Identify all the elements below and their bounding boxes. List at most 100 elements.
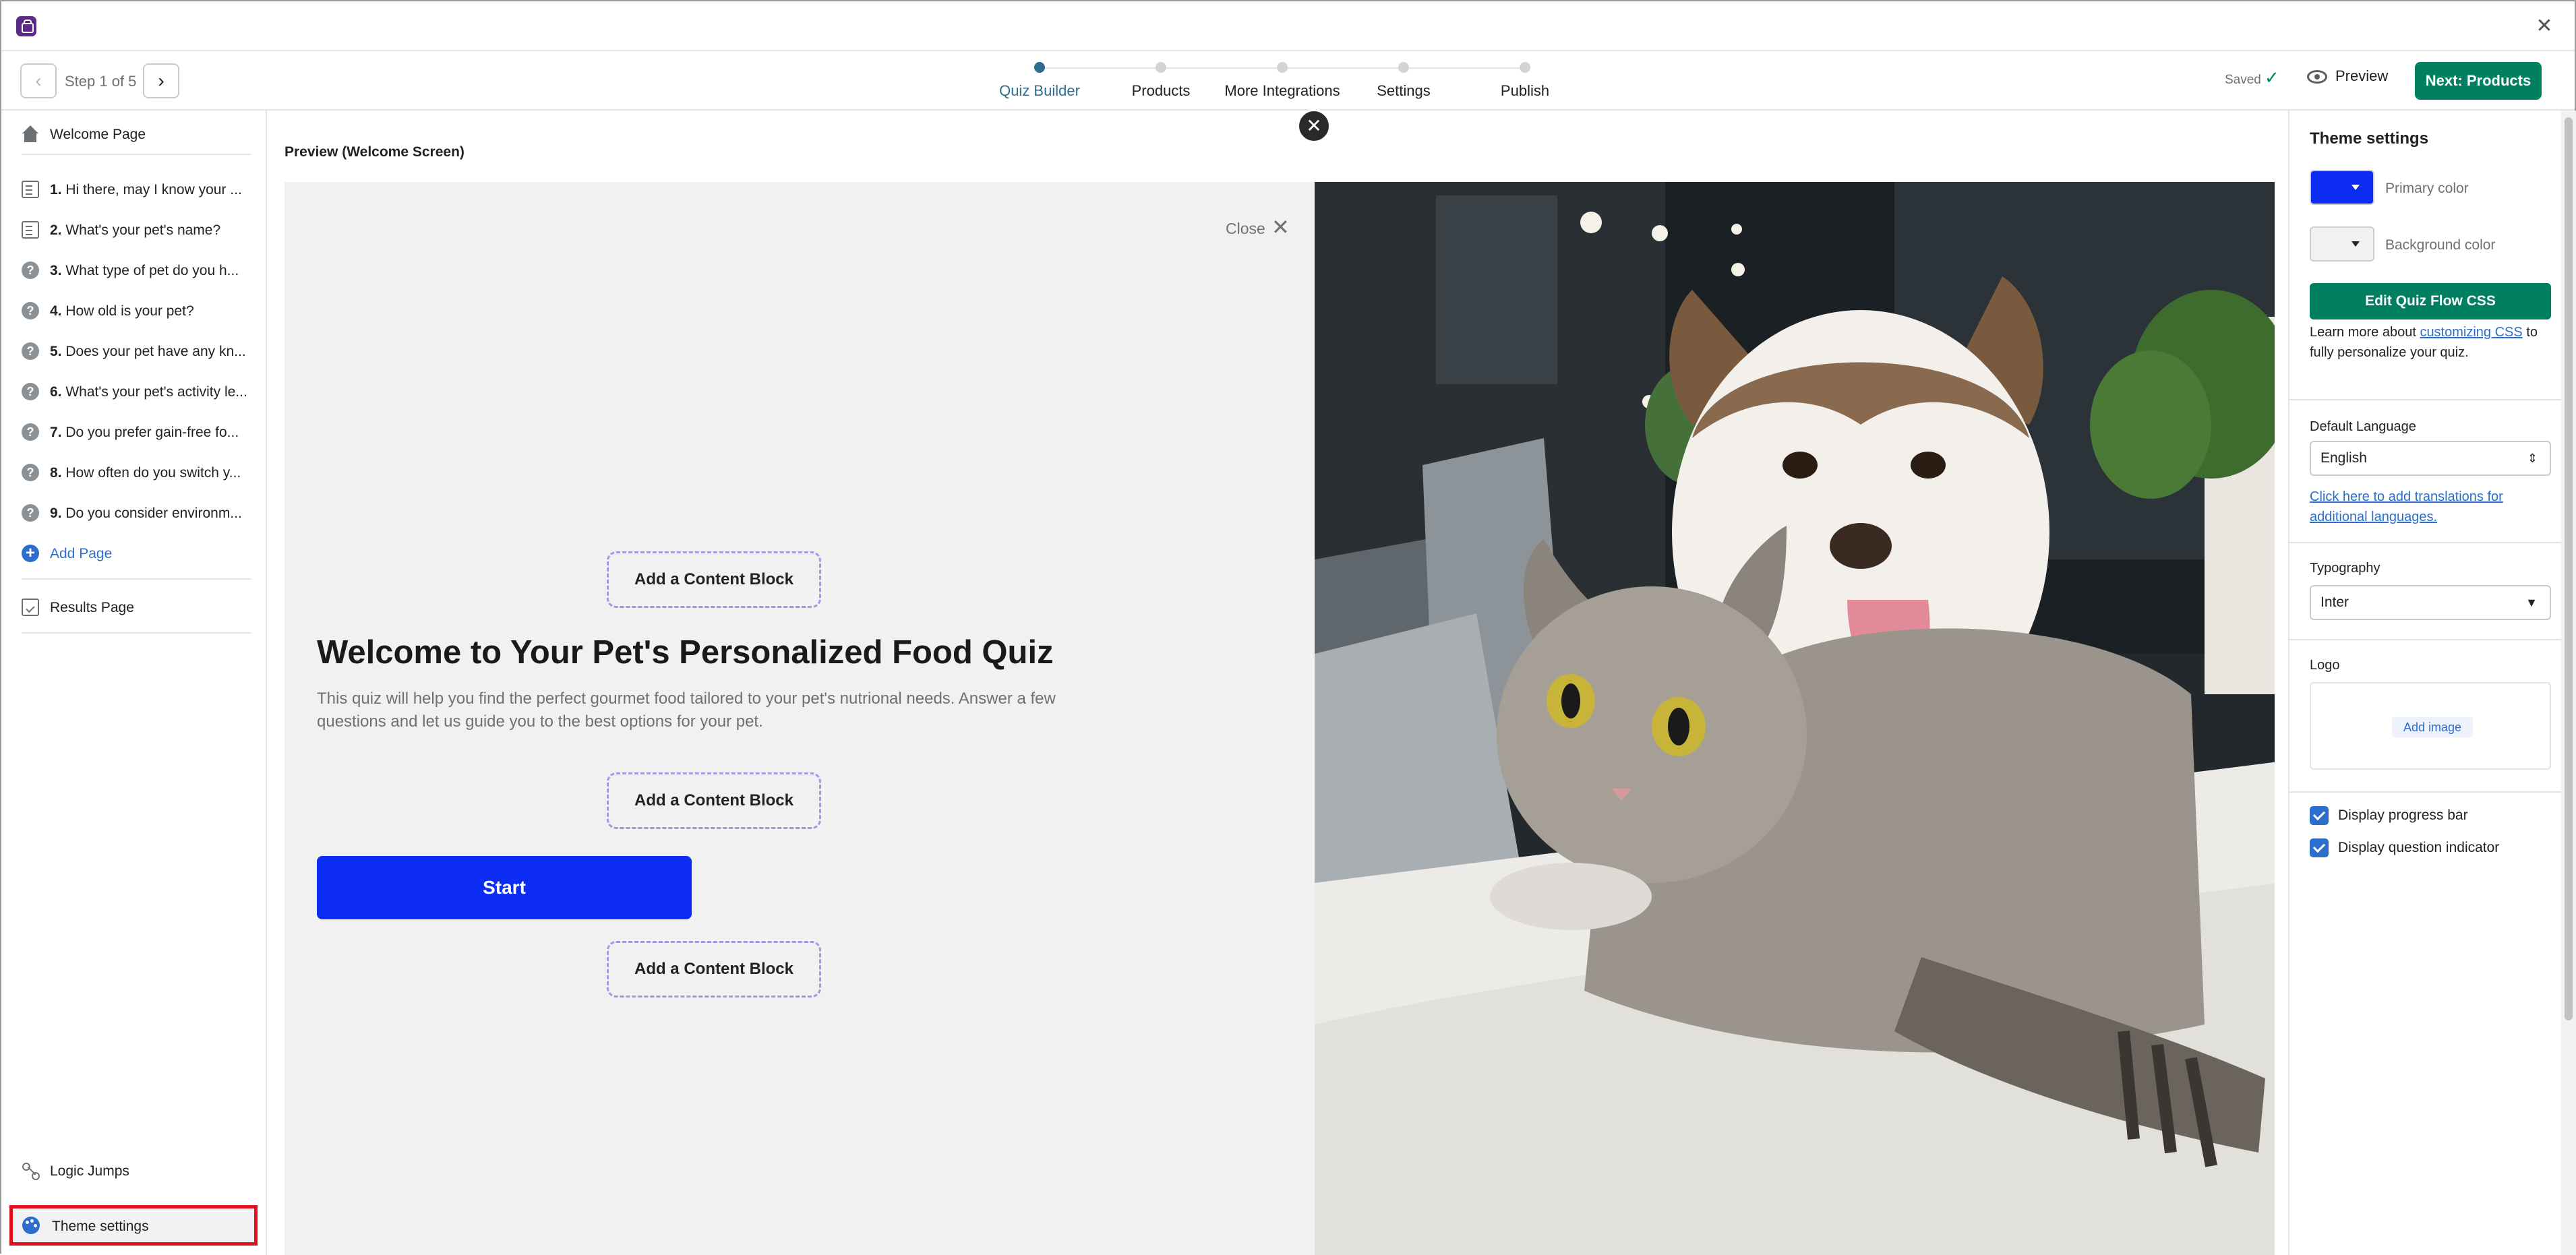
sidebar-item-question-6[interactable]: ? 6. What's your pet's activity le... [22,375,251,408]
css-help-text: Learn more about customizing CSS to full… [2310,322,2554,363]
next-products-button[interactable]: Next: Products [2415,62,2542,100]
step-counter: Step 1 of 5 [65,73,137,90]
add-content-block-button[interactable]: Add a Content Block [607,772,821,829]
add-translations-link[interactable]: Click here to add translations for addit… [2310,487,2554,527]
preview-button[interactable]: Preview [2307,67,2388,94]
default-language-select[interactable]: English ⇕ [2310,441,2551,476]
edit-quiz-css-button[interactable]: Edit Quiz Flow CSS [2310,283,2551,319]
divider [2289,542,2561,543]
sidebar-item-theme-settings[interactable]: Theme settings [9,1205,258,1246]
theme-settings-panel: Theme settings Primary color Background … [2288,111,2561,1255]
display-question-indicator-checkbox[interactable] [2310,838,2329,857]
question-icon: ? [22,504,39,522]
select-arrows-icon: ⇕ [2527,452,2538,465]
close-icon[interactable]: ✕ [1271,214,1290,240]
app-window: ✕ ‹ Step 1 of 5 › Quiz Builder Products … [0,0,2576,1255]
sidebar-item-question-1[interactable]: 1. Hi there, may I know your ... [22,173,251,206]
step-label: Quiz Builder [999,82,1080,99]
stepper-step-more-integrations[interactable]: More Integrations [1215,62,1350,100]
scrollbar-thumb[interactable] [2565,117,2573,1020]
panel-heading: Theme settings [2310,129,2429,148]
question-icon: ? [22,342,39,360]
close-image-icon[interactable]: ✕ [1297,109,1331,143]
select-value: Inter [2320,594,2349,610]
add-content-block-button[interactable]: Add a Content Block [607,941,821,998]
builder-header: ‹ Step 1 of 5 › Quiz Builder Products Mo… [1,51,2575,111]
welcome-screen-canvas: Close ✕ Add a Content Block Welcome to Y… [284,182,2275,1255]
add-image-button[interactable]: Add image [2392,717,2473,737]
form-input-icon [22,181,39,198]
logo-label: Logo [2310,658,2340,673]
welcome-title: Welcome to Your Pet's Personalized Food … [317,634,1054,671]
step-label: Products [1131,82,1191,99]
sidebar-item-question-4[interactable]: ? 4. How old is your pet? [22,294,251,328]
checklist-icon [22,599,39,616]
sidebar-item-label: Welcome Page [50,127,146,142]
primary-color-picker[interactable] [2310,170,2374,205]
add-page-button[interactable]: + Add Page [22,537,251,570]
divider [2289,791,2561,793]
saved-status: Saved [2225,73,2261,87]
form-input-icon [22,221,39,239]
display-progress-bar-label: Display progress bar [2338,807,2468,823]
divider [22,578,251,580]
question-icon: ? [22,464,39,481]
step-label: Publish [1500,82,1550,99]
step-dot [1034,62,1045,73]
stepper-step-quiz-builder[interactable]: Quiz Builder [972,62,1107,100]
sidebar-item-label: 7. Do you prefer gain-free fo... [50,425,239,440]
add-content-block-button[interactable]: Add a Content Block [607,551,821,608]
step-label: More Integrations [1224,82,1340,99]
sidebar-item-label: 6. What's your pet's activity le... [50,384,247,400]
question-icon: ? [22,383,39,400]
sidebar-item-label: Logic Jumps [50,1163,129,1179]
primary-color-label: Primary color [2385,181,2469,196]
sidebar-item-label: Theme settings [52,1219,149,1234]
stepper-step-products[interactable]: Products [1094,62,1228,100]
sidebar-item-label: 2. What's your pet's name? [50,222,221,238]
step-dot [1520,62,1530,73]
sidebar-item-question-7[interactable]: ? 7. Do you prefer gain-free fo... [22,415,251,449]
question-icon: ? [22,423,39,441]
sidebar-item-label: 5. Does your pet have any kn... [50,344,246,359]
sidebar-item-question-2[interactable]: 2. What's your pet's name? [22,213,251,247]
stepper-step-settings[interactable]: Settings [1336,62,1471,100]
right-scrollbar[interactable] [2561,111,2576,1255]
palette-icon [22,1217,40,1234]
sidebar-item-logic-jumps[interactable]: Logic Jumps [22,1154,251,1188]
step-dot [1156,62,1166,73]
app-logo-icon [16,16,36,36]
close-preview-link[interactable]: Close [1226,220,1265,238]
chevron-down-icon [2352,241,2360,247]
stepper-step-publish[interactable]: Publish [1458,62,1592,100]
step-dot [1277,62,1288,73]
home-icon [22,125,39,143]
display-progress-bar-checkbox[interactable] [2310,806,2329,825]
sidebar-item-results-page[interactable]: Results Page [22,590,251,624]
sidebar-item-question-3[interactable]: ? 3. What type of pet do you h... [22,253,251,287]
previous-step-button[interactable]: ‹ [20,63,57,98]
sidebar-item-label: 3. What type of pet do you h... [50,263,239,278]
background-color-picker[interactable] [2310,226,2374,262]
window-close-icon[interactable]: ✕ [2533,15,2556,38]
add-page-label: Add Page [50,546,113,561]
sidebar-item-welcome-page[interactable]: Welcome Page [22,117,251,151]
next-step-button[interactable]: › [143,63,179,98]
customizing-css-link[interactable]: customizing CSS [2420,325,2522,340]
question-icon: ? [22,262,39,279]
logo-upload-area[interactable]: Add image [2310,682,2551,770]
typography-select[interactable]: Inter ▼ [2310,585,2551,620]
divider [2289,639,2561,640]
sidebar-item-label: 9. Do you consider environm... [50,506,242,521]
start-button[interactable]: Start [317,856,692,919]
sidebar-item-question-9[interactable]: ? 9. Do you consider environm... [22,496,251,530]
chevron-down-icon [2352,185,2360,190]
sidebar-item-question-8[interactable]: ? 8. How often do you switch y... [22,456,251,489]
page-sidebar: Welcome Page 1. Hi there, may I know you… [1,111,267,1255]
default-language-label: Default Language [2310,419,2416,434]
sidebar-item-label: 8. How often do you switch y... [50,465,241,481]
sidebar-item-question-5[interactable]: ? 5. Does your pet have any kn... [22,334,251,368]
pet-photo-illustration [1315,182,2275,1255]
preview-area: Preview (Welcome Screen) Close ✕ Add a C… [267,111,2288,1255]
divider [22,632,251,634]
